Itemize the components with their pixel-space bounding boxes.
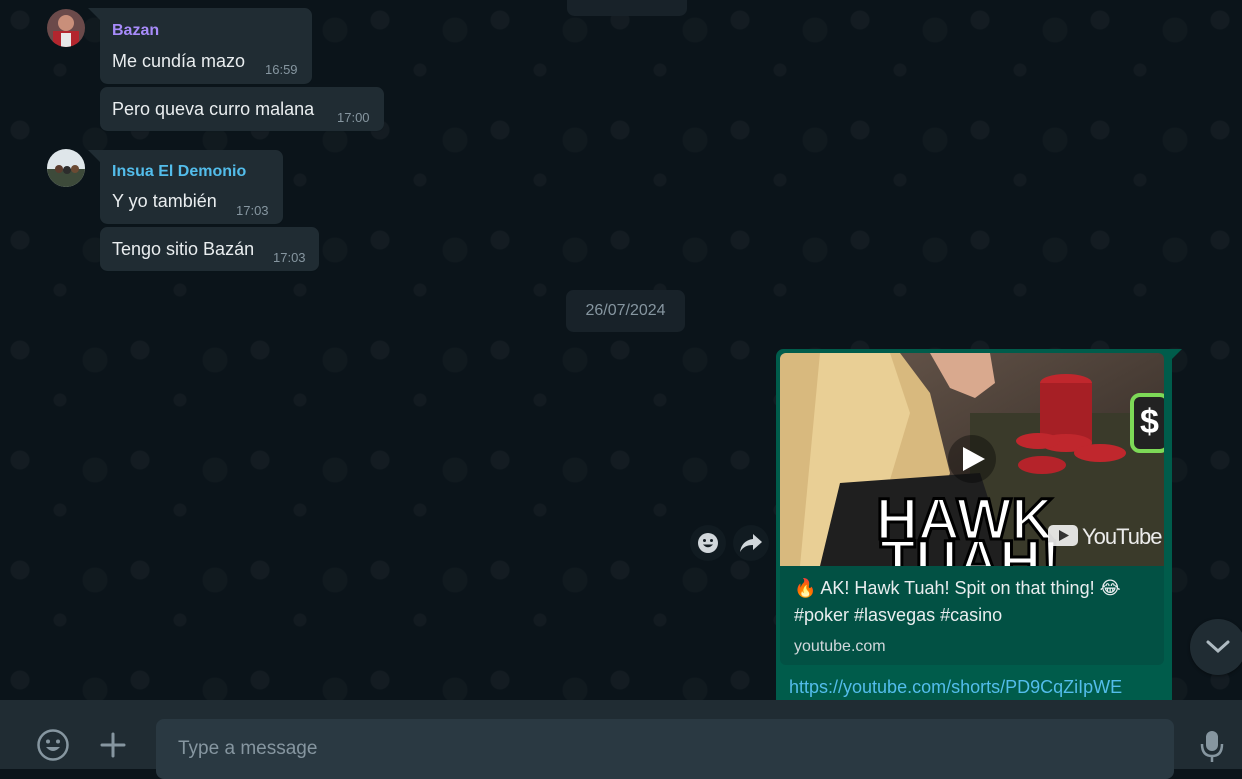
- forward-button[interactable]: [733, 525, 769, 561]
- svg-text:TUAH!: TUAH!: [880, 529, 1060, 566]
- date-chip-partial: [567, 0, 687, 16]
- message-text: Pero queva curro malana: [112, 99, 315, 119]
- message-text: Tengo sitio Bazán: [112, 239, 255, 259]
- message-text: Me cundía mazo: [112, 51, 246, 71]
- link-preview-title: 🔥 AK! Hawk Tuah! Spit on that thing! 😂 #…: [794, 578, 1121, 625]
- forward-icon: [740, 534, 762, 552]
- svg-text:YouTube: YouTube: [1082, 524, 1162, 549]
- avatar-insua[interactable]: [47, 149, 85, 187]
- message-bubble[interactable]: Tengo sitio Bazán 17:03: [100, 227, 319, 271]
- message-time: 17:03: [236, 203, 269, 218]
- composer-bar: [0, 700, 1242, 779]
- emoji-button[interactable]: [34, 726, 72, 764]
- sender-name[interactable]: Bazan: [112, 22, 159, 40]
- avatar-bazan[interactable]: [47, 9, 85, 47]
- link-preview[interactable]: $ HAWK TUAH! YouTube 🔥 AK! Hawk Tuah! Sp…: [780, 353, 1164, 665]
- message-time: 16:59: [265, 62, 298, 77]
- date-separator: 26/07/2024: [566, 290, 685, 332]
- scroll-to-bottom-button[interactable]: [1190, 619, 1242, 675]
- message-bubble[interactable]: Bazan Me cundía mazo 16:59: [100, 8, 312, 84]
- message-bubble[interactable]: Insua El Demonio Y yo también 17:03: [100, 150, 283, 224]
- outgoing-message-bubble[interactable]: $ HAWK TUAH! YouTube 🔥 AK! Hawk Tuah! Sp…: [776, 349, 1172, 700]
- emoji-icon: [698, 533, 718, 553]
- smiley-icon: [37, 729, 69, 761]
- chat-area: Bazan Me cundía mazo 16:59 Pero queva cu…: [0, 0, 1242, 700]
- react-button[interactable]: [690, 525, 726, 561]
- bubble-tail: [88, 150, 100, 162]
- message-text: Y yo también: [112, 191, 217, 211]
- svg-text:$: $: [1140, 403, 1159, 441]
- message-time: 17:00: [337, 110, 370, 125]
- plus-icon: [100, 732, 126, 758]
- message-bubble[interactable]: Pero queva curro malana 17:00: [100, 87, 384, 131]
- attach-button[interactable]: [96, 728, 130, 762]
- video-thumbnail[interactable]: $ HAWK TUAH! YouTube: [780, 353, 1164, 566]
- chevron-down-icon: [1206, 640, 1230, 654]
- message-input[interactable]: [156, 719, 1174, 779]
- sender-name[interactable]: Insua El Demonio: [112, 163, 246, 181]
- message-link[interactable]: https://youtube.com/shorts/PD9CqZiIpWE: [789, 677, 1122, 698]
- message-time: 17:03: [273, 250, 306, 265]
- microphone-icon: [1200, 731, 1224, 762]
- link-preview-domain: youtube.com: [794, 638, 886, 655]
- voice-message-button[interactable]: [1194, 728, 1230, 764]
- bubble-tail: [88, 8, 100, 20]
